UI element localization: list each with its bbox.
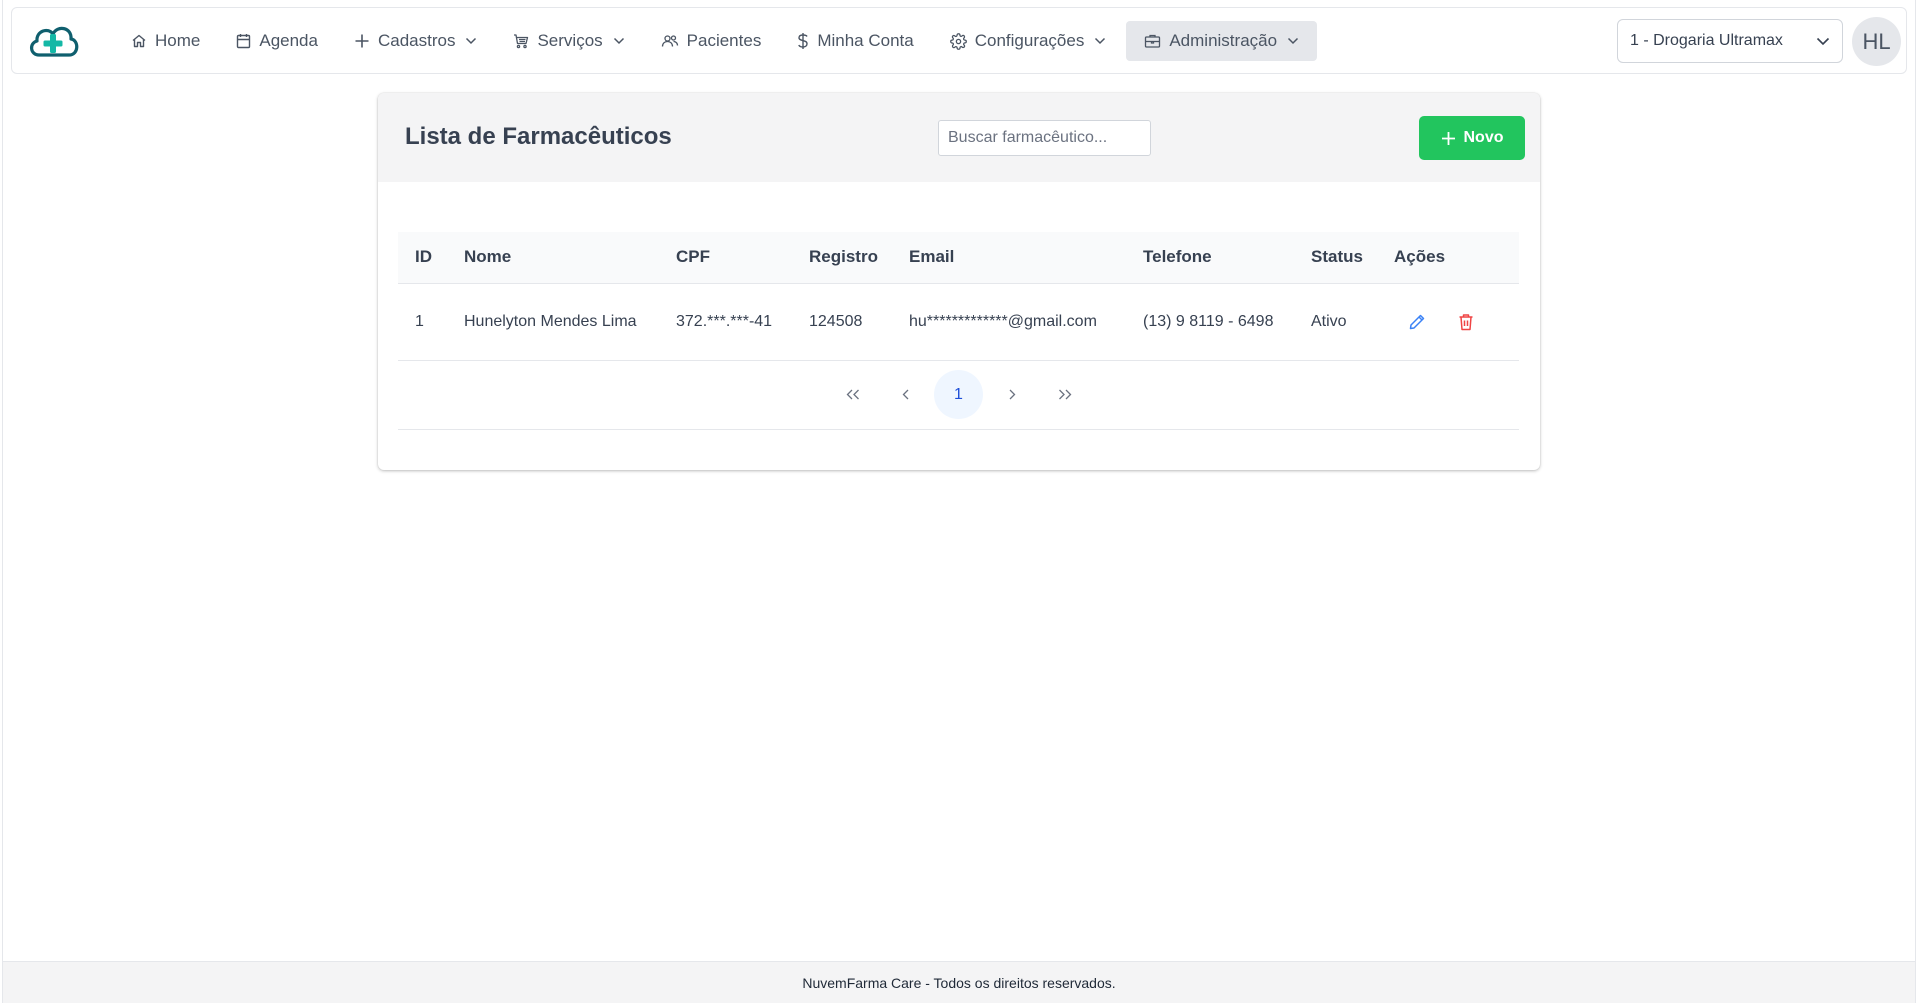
cell-actions: [1377, 283, 1519, 360]
nav-item-pacientes[interactable]: Pacientes: [643, 21, 780, 61]
column-header-status[interactable]: Status: [1294, 232, 1377, 283]
chevron-down-icon: [613, 37, 624, 45]
briefcase-icon: [1145, 34, 1161, 48]
calendar-icon: [237, 34, 251, 49]
delete-button[interactable]: [1458, 313, 1474, 331]
top-navbar: Home Agenda Cadastros Serviços Pacientes…: [11, 7, 1907, 74]
new-button-label: Novo: [1463, 129, 1504, 146]
nav-item-label: Administração: [1169, 31, 1278, 50]
chevron-down-icon: [1816, 37, 1830, 45]
nav-item-label: Agenda: [259, 31, 318, 50]
store-select-value: 1 - Drogaria Ultramax: [1630, 32, 1783, 49]
table-header-row: ID Nome CPF Registro Email Telefone Stat…: [398, 232, 1519, 283]
nav-item-servicos[interactable]: Serviços: [495, 21, 642, 61]
nav-item-agenda[interactable]: Agenda: [218, 21, 336, 61]
cell-nome: Hunelyton Mendes Lima: [464, 312, 637, 330]
nav-item-label: Pacientes: [686, 31, 762, 50]
page-button[interactable]: 1: [934, 370, 983, 419]
column-header-id[interactable]: ID: [398, 232, 447, 283]
chevrons-left-icon: [846, 389, 859, 400]
users-icon: [661, 35, 678, 47]
last-page-button[interactable]: [1040, 370, 1089, 419]
plus-icon: [355, 34, 369, 48]
nav-item-minha-conta[interactable]: Minha Conta: [779, 21, 931, 61]
footer-text: NuvemFarma Care - Todos os direitos rese…: [802, 974, 1116, 991]
home-icon: [132, 34, 146, 48]
nav-item-label: Configurações: [974, 31, 1085, 50]
cell-registro: 124508: [809, 312, 863, 330]
column-header-registro[interactable]: Registro: [792, 232, 892, 283]
table-row[interactable]: 1 Hunelyton Mendes Lima 372.***.***-41 1…: [398, 283, 1519, 360]
next-page-button[interactable]: [987, 370, 1036, 419]
card-header: Lista de Farmacêuticos Novo: [378, 93, 1540, 182]
cell-email: hu*************@gmail.com: [909, 312, 1097, 330]
gear-icon: [949, 32, 967, 50]
first-page-button[interactable]: [828, 370, 877, 419]
chevron-left-icon: [902, 389, 908, 400]
search-input[interactable]: [938, 120, 1151, 156]
column-header-nome[interactable]: Nome: [447, 232, 659, 283]
store-select[interactable]: 1 - Drogaria Ultramax: [1617, 19, 1843, 63]
user-avatar[interactable]: HL: [1852, 17, 1901, 66]
nav-item-home[interactable]: Home: [113, 21, 218, 61]
pharmacists-table: ID Nome CPF Registro Email Telefone Stat…: [398, 232, 1519, 361]
trash-icon: [1459, 313, 1473, 330]
nav-menu: Home Agenda Cadastros Serviços Pacientes…: [113, 21, 1318, 61]
column-header-cpf[interactable]: CPF: [659, 232, 792, 283]
nav-item-label: Serviços: [537, 31, 603, 50]
cloud-plus-logo-icon[interactable]: [26, 19, 80, 63]
page-footer: NuvemFarma Care - Todos os direitos rese…: [3, 961, 1915, 1003]
page-title: Lista de Farmacêuticos: [405, 123, 672, 150]
nav-item-configuracoes[interactable]: Configurações: [932, 21, 1125, 61]
nav-item-label: Minha Conta: [817, 31, 914, 50]
dollar-icon: [798, 33, 809, 49]
chevron-down-icon: [466, 37, 477, 45]
column-header-telefone[interactable]: Telefone: [1126, 232, 1294, 283]
cell-telefone: (13) 9 8119 - 6498: [1143, 312, 1274, 330]
chevron-right-icon: [1009, 389, 1015, 400]
chevron-down-icon: [1288, 37, 1299, 45]
pencil-icon: [1409, 314, 1425, 329]
prev-page-button[interactable]: [881, 370, 930, 419]
nav-item-label: Cadastros: [377, 31, 456, 50]
column-header-acoes: Ações: [1394, 247, 1446, 267]
plus-icon: [1441, 131, 1455, 145]
cart-icon: [514, 34, 529, 49]
new-pharmacist-button[interactable]: Novo: [1419, 116, 1525, 160]
cell-cpf: 372.***.***-41: [676, 312, 773, 330]
nav-item-administracao[interactable]: Administração: [1126, 21, 1318, 61]
chevron-down-icon: [1095, 37, 1106, 45]
nav-item-cadastros[interactable]: Cadastros: [336, 21, 495, 61]
column-header-email[interactable]: Email: [892, 232, 1126, 283]
pharmacists-card: Lista de Farmacêuticos Novo ID Nome: [378, 93, 1540, 470]
edit-button[interactable]: [1408, 313, 1426, 331]
pagination: 1: [398, 360, 1519, 430]
chevrons-right-icon: [1058, 389, 1071, 400]
cell-status: Ativo: [1311, 312, 1347, 330]
nav-item-label: Home: [155, 31, 201, 50]
cell-id: 1: [415, 312, 424, 330]
